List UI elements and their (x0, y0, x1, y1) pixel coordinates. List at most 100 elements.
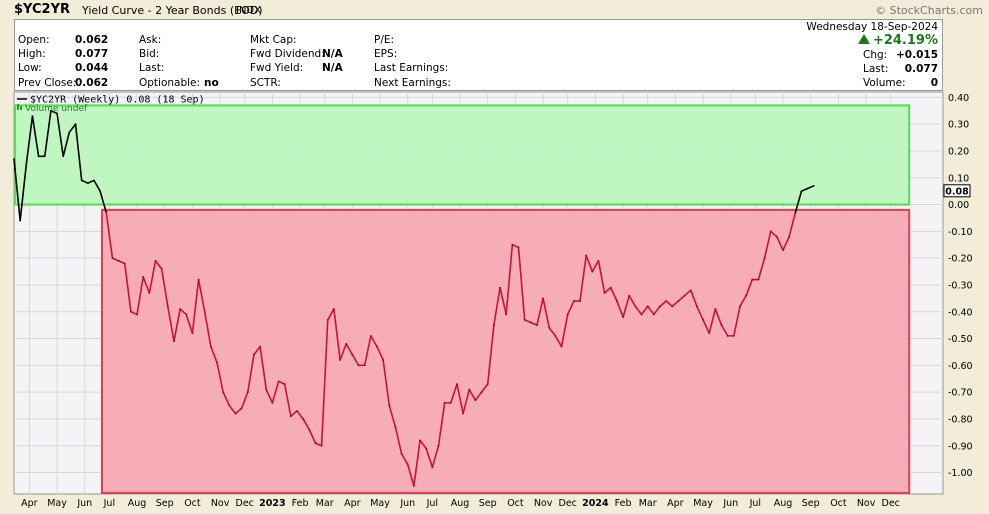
x-tick-label: Sep (802, 498, 820, 509)
data-point (443, 401, 446, 404)
data-point (492, 324, 495, 327)
data-point (456, 383, 458, 386)
x-tick-label: Sep (156, 498, 174, 509)
data-point (271, 401, 274, 404)
data-point (129, 310, 132, 313)
data-point (308, 428, 311, 431)
data-point (234, 412, 237, 415)
x-tick-label: Aug (128, 498, 147, 509)
data-point (117, 259, 120, 262)
data-point (659, 305, 661, 308)
x-tick-label: 2023 (259, 498, 285, 509)
x-tick-label: Jun (722, 498, 738, 509)
data-point (517, 246, 520, 249)
data-point (388, 404, 391, 407)
data-point (683, 294, 686, 297)
positive-zone (14, 104, 911, 206)
data-point (763, 257, 766, 260)
data-point (806, 187, 809, 190)
data-point (62, 155, 65, 158)
data-point (757, 278, 760, 281)
data-point (339, 359, 341, 361)
data-point (320, 444, 323, 447)
data-point (166, 305, 169, 308)
data-point (154, 259, 157, 262)
data-point (246, 391, 249, 394)
data-point (419, 439, 421, 442)
x-tick-label: Nov (857, 498, 876, 509)
x-tick-label: Jul (749, 498, 761, 509)
data-point (609, 286, 612, 289)
x-tick-label: Feb (292, 498, 309, 509)
data-point (86, 182, 89, 185)
data-point (769, 230, 772, 233)
x-tick-label: Jul (426, 498, 438, 509)
data-point (739, 305, 741, 308)
data-point (437, 444, 440, 447)
data-point (505, 313, 508, 316)
x-tick-label: Jul (103, 498, 115, 509)
x-tick-label: Feb (615, 498, 632, 509)
data-point (714, 308, 717, 310)
data-point (148, 292, 151, 294)
data-point (209, 345, 212, 348)
volume-bar-icon (20, 106, 22, 110)
data-point (665, 300, 668, 302)
y-tick-label: -1.00 (948, 468, 973, 479)
data-point (751, 278, 754, 281)
data-point (228, 404, 231, 407)
x-tick-label: Nov (211, 498, 230, 509)
y-tick-label: -0.90 (948, 441, 973, 452)
data-point (93, 179, 95, 182)
data-point (173, 340, 175, 343)
data-point (179, 308, 182, 310)
data-point (74, 123, 77, 126)
data-point (708, 332, 711, 335)
data-point (603, 292, 606, 294)
data-point (37, 155, 40, 158)
x-tick-label: Mar (639, 498, 657, 509)
x-tick-label: Oct (507, 498, 524, 509)
data-point (585, 254, 588, 257)
data-point (696, 305, 698, 308)
data-point (191, 332, 194, 335)
y-tick-label: -0.50 (948, 334, 973, 345)
data-point (240, 407, 243, 410)
y-tick-label: 0.40 (948, 93, 969, 104)
x-tick-label: Dec (559, 498, 577, 509)
data-point (677, 300, 680, 302)
data-point (591, 270, 594, 273)
y-tick-label: 0.10 (948, 173, 969, 184)
data-point (554, 334, 557, 337)
data-point (259, 345, 261, 348)
data-point (745, 294, 748, 297)
y-tick-label: -0.60 (948, 361, 973, 372)
data-point (462, 412, 465, 415)
x-tick-label: Aug (774, 498, 793, 509)
data-point (788, 235, 791, 238)
data-point (474, 399, 477, 402)
data-point (203, 310, 206, 313)
x-tick-label: Jun (399, 498, 415, 509)
data-point (265, 388, 268, 391)
data-point (185, 313, 188, 316)
data-point (406, 463, 409, 466)
data-point (136, 313, 138, 316)
data-point (597, 259, 600, 262)
data-point (80, 179, 83, 182)
data-point (111, 257, 114, 260)
y-tick-label: -0.20 (948, 254, 973, 265)
data-point (579, 300, 581, 302)
y-tick-label: -0.10 (948, 227, 973, 238)
data-point (431, 466, 434, 469)
data-point (560, 345, 563, 348)
data-point (812, 184, 815, 187)
data-point (222, 391, 225, 394)
data-point (123, 262, 126, 265)
data-point (671, 305, 674, 308)
data-point (68, 131, 71, 134)
x-tick-label: Oct (830, 498, 847, 509)
data-point (277, 380, 280, 383)
data-point (289, 415, 292, 418)
data-point (499, 286, 501, 289)
